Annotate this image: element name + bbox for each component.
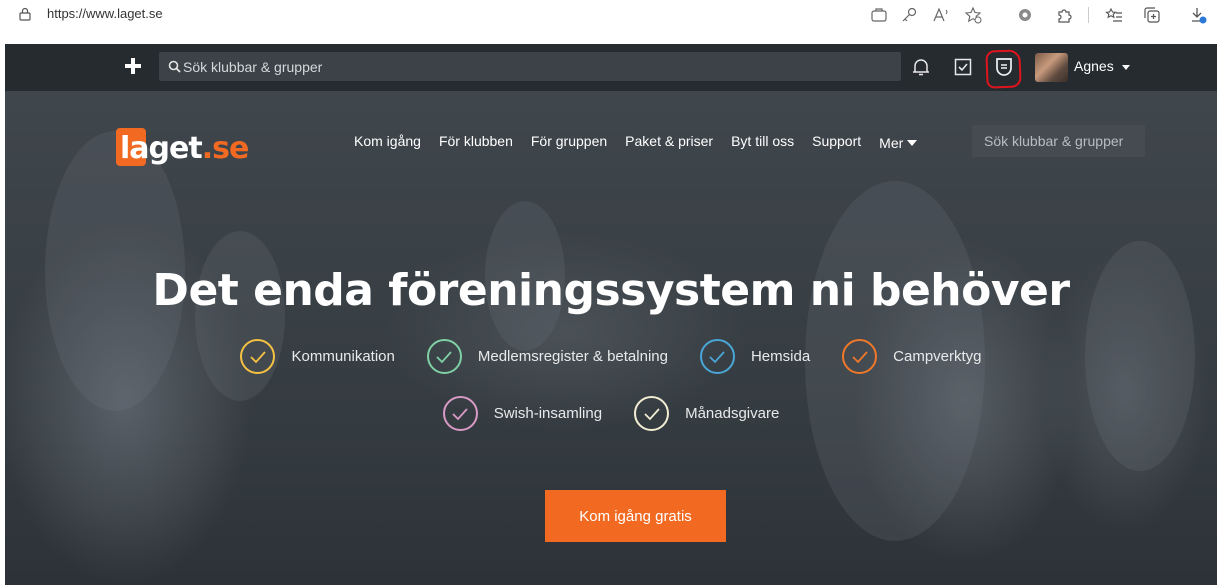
browser-address-bar: https://www.laget.se [0,0,1217,29]
avatar[interactable] [1035,53,1068,82]
nav-mer-label: Mer [879,135,904,151]
favorite-add-icon[interactable] [963,5,983,25]
feature-label: Kommunikation [291,348,395,365]
feature-item: Kommunikation [240,339,395,374]
plus-icon[interactable] [122,55,144,77]
search-icon [168,60,181,73]
logo-text-laget: laget [120,131,203,166]
check-circle-icon [426,339,462,374]
feature-label: Hemsida [750,348,811,365]
checkbox-icon[interactable] [952,56,974,78]
feature-row-1: Kommunikation Medlemsregister & betalnin… [5,339,1217,374]
toolbar-search-input[interactable] [183,52,883,81]
extensions-icon[interactable] [1054,5,1074,25]
feature-item: Månadsgivare [634,396,779,431]
feature-item: Hemsida [699,339,811,374]
toolbar-search[interactable] [159,52,901,81]
key-icon[interactable] [899,5,919,25]
red-highlight-circle [985,49,1022,89]
caret-down-icon [907,140,918,146]
nav-paket-priser[interactable]: Paket & priser [625,133,713,153]
feature-item: Campverktyg [842,339,982,374]
hero-headline: Det enda föreningssystem ni behöver [152,265,1070,316]
feature-item: Swish-insamling [442,396,603,431]
hero-section: laget .se Kom igång För klubben För grupp… [5,91,1217,585]
lock-icon[interactable] [18,7,32,21]
tab-icon[interactable] [869,5,889,25]
nav-byt-till-oss[interactable]: Byt till oss [731,133,794,153]
extension-icon[interactable] [1015,5,1035,25]
check-circle-icon [442,396,478,431]
nav-for-gruppen[interactable]: För gruppen [531,133,607,153]
feature-item: Medlemsregister & betalning [426,339,668,374]
check-circle-icon [634,396,670,431]
feature-label: Månadsgivare [685,405,780,422]
check-circle-icon [240,339,276,374]
feature-label: Medlemsregister & betalning [477,348,668,365]
app-toolbar: Agnes [5,44,1217,91]
collections-icon[interactable] [1142,5,1162,25]
hero-search-input[interactable] [972,125,1145,157]
get-started-button[interactable]: Kom igång gratis [545,490,726,542]
bell-icon[interactable] [910,56,932,78]
main-nav: Kom igång För klubben För gruppen Paket … [354,133,935,153]
check-circle-icon [699,339,735,374]
caret-down-icon[interactable] [1122,65,1130,70]
nav-for-klubben[interactable]: För klubben [439,133,513,153]
nav-mer[interactable]: Mer [879,133,918,153]
hero-search[interactable] [972,125,1145,157]
read-aloud-icon[interactable] [931,5,951,25]
feature-row-2: Swish-insamling Månadsgivare [5,396,1217,431]
check-circle-icon [842,339,878,374]
feature-label: Swish-insamling [493,405,603,422]
url-field[interactable]: https://www.laget.se [47,6,163,21]
user-name[interactable]: Agnes [1074,58,1114,74]
toolbar-separator [1088,7,1089,23]
feature-label: Campverktyg [893,348,982,365]
nav-kom-igang[interactable]: Kom igång [354,133,421,153]
laget-logo[interactable]: laget .se [116,128,250,166]
downloads-icon[interactable] [1188,5,1208,25]
nav-support[interactable]: Support [812,133,861,153]
favorites-icon[interactable] [1104,5,1124,25]
logo-text-se: .se [201,131,250,166]
